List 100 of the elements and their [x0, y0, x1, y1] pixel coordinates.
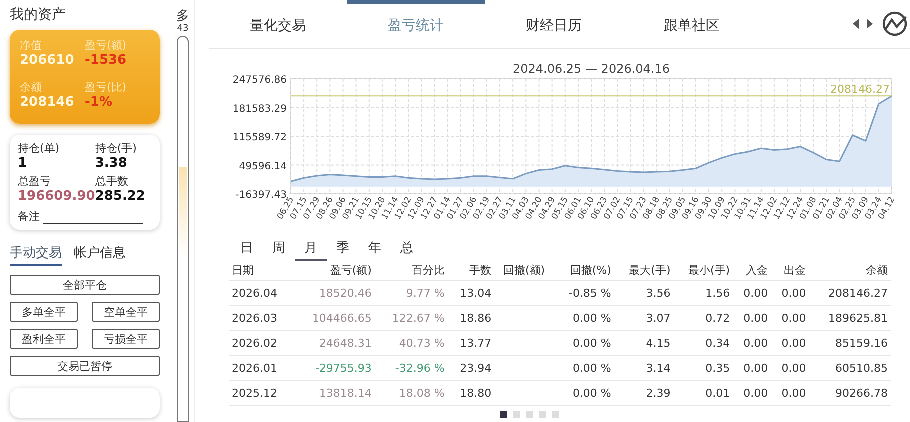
panel-tab[interactable]: 手动交易	[10, 244, 62, 266]
tab[interactable]: 跟单社区	[623, 0, 761, 48]
stat-label: 净值	[20, 38, 43, 53]
table-cell: 0.01	[674, 380, 734, 406]
table-cell: 13.04	[448, 280, 495, 306]
table-cell: 90266.78	[809, 380, 891, 406]
period-tab[interactable]: 季	[327, 239, 359, 261]
period-tab[interactable]: 年	[359, 239, 391, 261]
y-tick-label: 247576.86	[232, 75, 287, 86]
trade-button[interactable]: 空单全平	[92, 302, 160, 322]
stat-value: 1	[18, 156, 28, 171]
table-cell: 0.00	[733, 356, 772, 380]
scrollbar[interactable]	[177, 36, 189, 422]
table-cell: 0.35	[674, 356, 734, 380]
y-tick-label: 115589.72	[232, 132, 287, 144]
table-cell: 13818.14	[293, 380, 375, 406]
table-cell: 9.77 %	[374, 280, 448, 306]
table-cell: 3.14	[614, 356, 674, 380]
reference-label: 208146.27	[830, 83, 890, 96]
trade-button[interactable]: 盈利全平	[10, 329, 78, 349]
stat-value: 206610	[20, 53, 76, 68]
trade-button[interactable]: 交易已暂停	[10, 356, 160, 376]
stat-value: 3.38	[95, 156, 128, 171]
table-cell: 13.77	[448, 330, 495, 356]
period-tab[interactable]: 周	[263, 239, 295, 261]
stat-label: 持仓(单)	[18, 141, 61, 156]
column-header: 回撤(额)	[494, 261, 554, 280]
stat-label: 总手数	[95, 174, 130, 189]
stat-label: 余额	[20, 80, 43, 95]
table-cell: 18.86	[448, 306, 495, 330]
column-header: 日期	[229, 261, 294, 280]
table-cell: 85159.16	[809, 330, 891, 356]
table-cell: 0.00	[733, 280, 772, 306]
table-cell: 0.00 %	[554, 380, 614, 406]
stat-value: 285.22	[95, 189, 146, 204]
column-header: 入金	[733, 261, 772, 280]
period-tab[interactable]: 日	[231, 239, 263, 261]
stat-label: 总盈亏	[18, 174, 52, 189]
table-cell: 18.08 %	[374, 380, 448, 406]
column-header: 回撤(%)	[554, 261, 614, 280]
y-tick-label: -16397.43	[236, 190, 287, 201]
chart-title: 2024.06.25 — 2026.04.16	[512, 62, 670, 76]
table-cell: 0.00 %	[554, 356, 614, 380]
stat-value: 196609.90	[18, 189, 96, 204]
table-cell: 40.73 %	[374, 330, 448, 356]
stat-label: 盈亏(额)	[85, 38, 128, 53]
table-cell: 0.00	[771, 356, 810, 380]
table-cell: 0.00	[771, 380, 810, 406]
table-cell: 189625.81	[809, 306, 891, 330]
panel-tab[interactable]: 帐户信息	[74, 244, 126, 266]
table-cell: 60510.85	[809, 356, 891, 380]
trade-button[interactable]: 多单全平	[10, 302, 78, 322]
tab[interactable]: 量化交易	[209, 0, 347, 48]
table-cell: 208146.27	[809, 280, 891, 306]
table-cell: 18520.46	[293, 280, 375, 306]
table-cell: 2026.02	[229, 330, 294, 356]
chart-icon[interactable]	[882, 11, 908, 37]
table-cell: 2026.01	[229, 356, 294, 380]
period-tab[interactable]: 月	[295, 239, 327, 261]
table-cell: 0.00	[771, 330, 810, 356]
prev-next-arrows-icon[interactable]	[852, 18, 874, 30]
trade-button[interactable]: 亏损全平	[92, 329, 160, 349]
table-cell: 24648.31	[293, 330, 375, 356]
table-cell: 0.00	[733, 306, 772, 330]
column-header: 最大(手)	[614, 261, 674, 280]
trade-button[interactable]: 全部平仓	[10, 275, 160, 295]
table-cell: 2026.03	[229, 306, 294, 330]
y-tick-label: 181583.29	[232, 104, 287, 115]
table-cell: -0.85 %	[554, 280, 614, 306]
table-cell: 1.56	[674, 280, 734, 306]
scroll-label: 多	[176, 10, 190, 24]
table-cell: 0.72	[674, 306, 734, 330]
stat-label: 盈亏(比)	[85, 80, 128, 95]
table-cell: 104466.65	[293, 306, 375, 330]
table-cell: 0.00 %	[554, 330, 614, 356]
stat-value: -1%	[85, 95, 114, 110]
table-cell: 4.15	[614, 330, 674, 356]
table-cell: 0.00	[771, 280, 810, 306]
column-header: 出金	[771, 261, 810, 280]
stat-label: 持仓(手)	[95, 141, 138, 156]
tab[interactable]: 盈亏统计	[347, 0, 485, 48]
table-cell: -29755.93	[293, 356, 375, 380]
table-cell: 3.56	[614, 280, 674, 306]
stat-value: 208146	[20, 95, 76, 110]
assets-title: 我的资产	[10, 6, 67, 24]
table-cell: 2025.12	[229, 380, 294, 406]
table-cell: 0.34	[674, 330, 734, 356]
column-header: 百分比	[374, 261, 448, 280]
column-header: 余额	[809, 261, 891, 280]
tab[interactable]: 财经日历	[485, 0, 623, 48]
column-header: 手数	[448, 261, 495, 280]
table-cell: 18.80	[448, 380, 495, 406]
table-cell: 2026.04	[229, 280, 294, 306]
table-cell: 0.00	[733, 330, 772, 356]
scroll-count: 43	[177, 24, 189, 34]
table-cell: 23.94	[448, 356, 495, 380]
table-cell: 2.39	[614, 380, 674, 406]
stat-value: -1536	[85, 53, 128, 68]
table-cell: 122.67 %	[374, 306, 448, 330]
period-tab[interactable]: 总	[391, 239, 423, 261]
